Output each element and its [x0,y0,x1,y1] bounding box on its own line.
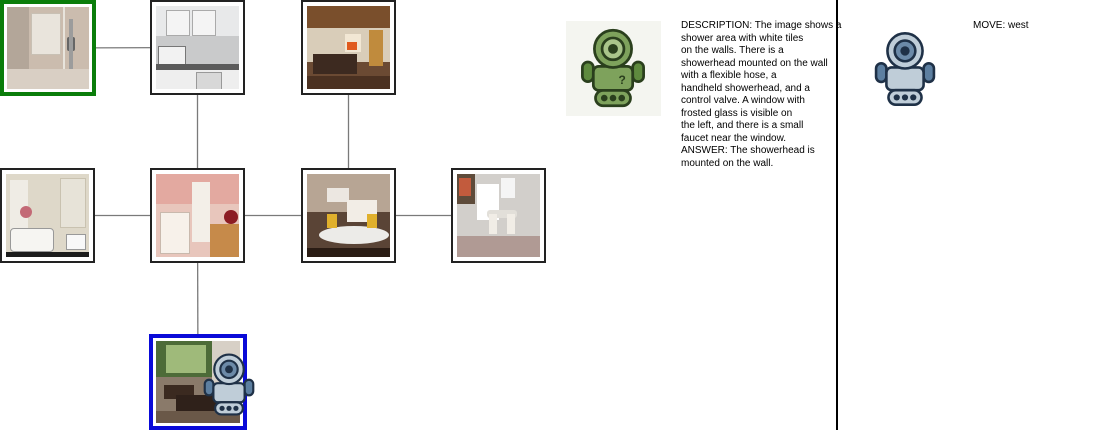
move-text: MOVE: west [973,20,1029,31]
green-robot-icon: ? [566,21,661,116]
node-living-fireplace[interactable] [301,0,396,95]
node-dining[interactable] [451,168,546,263]
node-shower[interactable] [0,0,96,96]
living-fireplace-scene-image [307,6,390,89]
panel-divider [836,0,838,430]
kids-bedroom-scene-image [156,174,239,257]
blue-robot-icon [874,32,936,106]
node-kids-bedroom[interactable] [150,168,245,263]
node-lounge[interactable] [301,168,396,263]
lounge-scene-image [307,174,390,257]
kitchen-scene-image [156,6,239,89]
node-kitchen[interactable] [150,0,245,95]
dining-scene-image [457,174,540,257]
shower-scene-image [7,7,89,89]
scene-graph [0,0,560,430]
bathroom-scene-image [6,174,89,257]
robot-marker-icon [203,353,255,416]
svg-text:?: ? [618,73,625,87]
description-answer-text: DESCRIPTION: The image shows a shower ar… [681,20,842,169]
node-bathroom[interactable] [0,168,95,263]
